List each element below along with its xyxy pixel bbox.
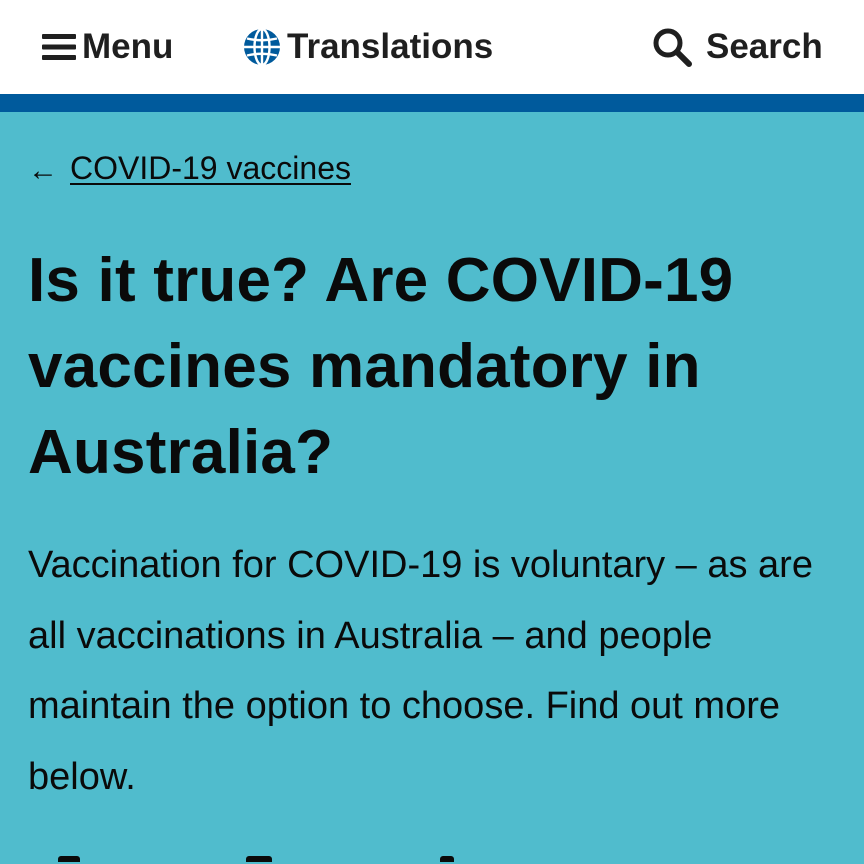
cropped-icon	[246, 856, 272, 862]
menu-button[interactable]: Menu	[42, 0, 173, 94]
magnifier-icon	[652, 27, 692, 67]
cropped-icon	[58, 856, 80, 862]
menu-label: Menu	[82, 27, 174, 66]
page: Menu Translations Search ← COVID-19 vacc…	[0, 0, 864, 864]
header-accent-stripe	[0, 94, 864, 112]
search-label: Search	[706, 27, 823, 66]
breadcrumb-link-covid-vaccines[interactable]: COVID-19 vaccines	[70, 150, 351, 187]
back-arrow-icon[interactable]: ←	[28, 154, 58, 188]
intro-paragraph: Vaccination for COVID-19 is voluntary – …	[28, 544, 813, 798]
search-button[interactable]: Search	[652, 0, 823, 94]
page-title: Is it true? Are COVID-19 vaccines mandat…	[28, 246, 734, 487]
cropped-icon	[440, 856, 454, 862]
globe-icon	[243, 28, 281, 66]
translations-label: Translations	[287, 27, 494, 66]
breadcrumb: ← COVID-19 vaccines	[28, 148, 351, 188]
hamburger-icon	[42, 32, 76, 62]
top-navigation-bar: Menu Translations Search	[0, 0, 864, 94]
translations-button[interactable]: Translations	[243, 0, 493, 94]
cropped-content-below	[28, 856, 836, 864]
